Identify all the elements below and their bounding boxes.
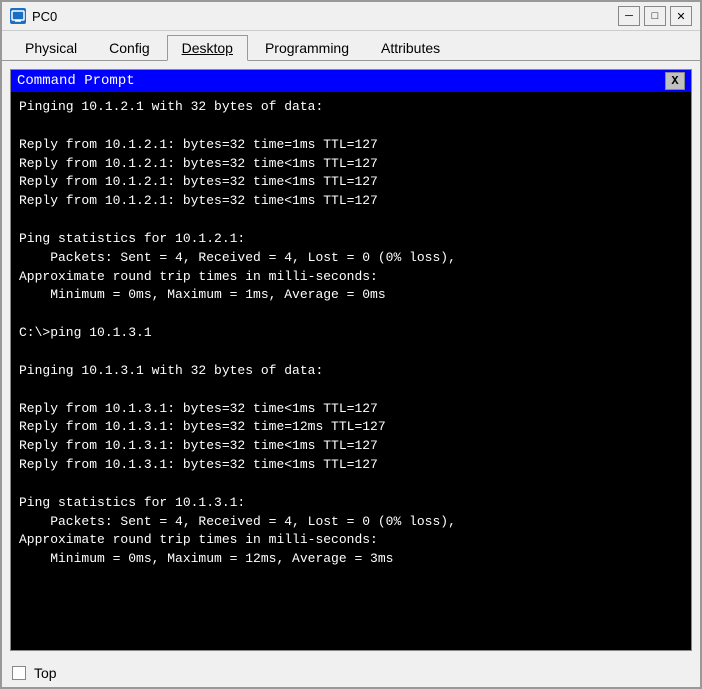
maximize-button[interactable]: □: [644, 6, 666, 26]
window-controls: ─ □ ✕: [618, 6, 692, 26]
tab-config[interactable]: Config: [94, 35, 164, 60]
app-icon: [10, 8, 26, 24]
nav-tabs: Physical Config Desktop Programming Attr…: [2, 31, 700, 61]
close-button[interactable]: ✕: [670, 6, 692, 26]
top-checkbox[interactable]: [12, 666, 26, 680]
cmd-output[interactable]: Pinging 10.1.2.1 with 32 bytes of data: …: [11, 92, 691, 650]
command-prompt-window: Command Prompt X Pinging 10.1.2.1 with 3…: [10, 69, 692, 651]
content-area: Command Prompt X Pinging 10.1.2.1 with 3…: [2, 61, 700, 659]
tab-desktop[interactable]: Desktop: [167, 35, 248, 61]
cmd-close-button[interactable]: X: [665, 72, 685, 90]
minimize-button[interactable]: ─: [618, 6, 640, 26]
tab-attributes[interactable]: Attributes: [366, 35, 455, 60]
window-title: PC0: [32, 9, 612, 24]
title-bar: PC0 ─ □ ✕: [2, 2, 700, 31]
tab-programming[interactable]: Programming: [250, 35, 364, 60]
bottom-bar: Top: [2, 659, 700, 687]
cmd-title: Command Prompt: [17, 73, 135, 89]
top-label: Top: [34, 665, 57, 681]
cmd-title-bar: Command Prompt X: [11, 70, 691, 92]
tab-physical[interactable]: Physical: [10, 35, 92, 60]
main-window: PC0 ─ □ ✕ Physical Config Desktop Progra…: [0, 0, 702, 689]
